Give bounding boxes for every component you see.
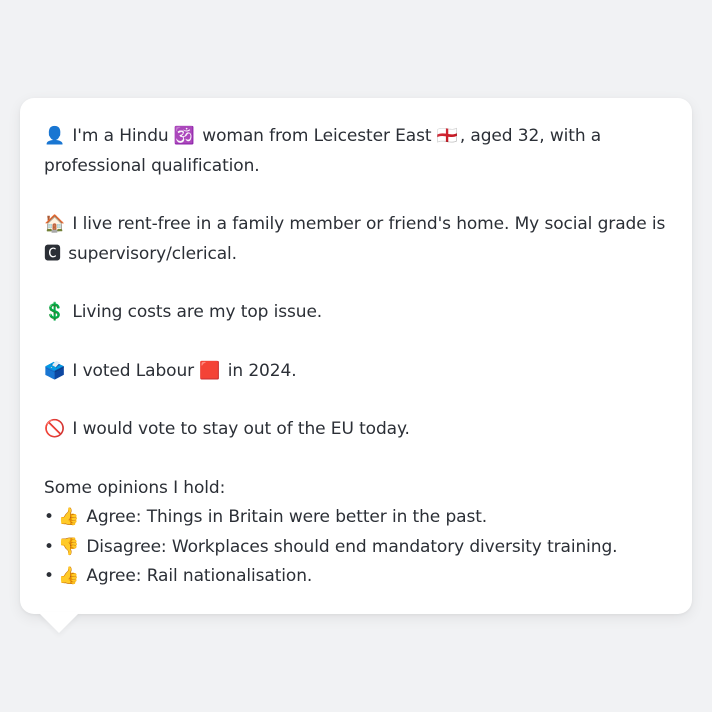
issue-text: Living costs are my top issue. xyxy=(67,302,323,322)
thumbs-up-icon: 👍 xyxy=(57,507,80,527)
bullet-icon: • xyxy=(44,566,54,586)
vote-text-b: in 2024. xyxy=(222,360,297,381)
opinion-text: Agree: Rail nationalisation. xyxy=(81,566,313,586)
england-flag-icon: 🏴󠁧󠁢󠁥󠁮󠁧󠁿 xyxy=(436,126,458,146)
grade-c-icon: 🅲 xyxy=(44,243,61,264)
persona-vote-line: 🗳️ I voted Labour 🟥 in 2024. xyxy=(44,357,668,387)
opinions-heading: Some opinions I hold: xyxy=(44,477,226,498)
persona-eu-line: 🚫 I would vote to stay out of the EU tod… xyxy=(44,415,668,445)
bubble-tail xyxy=(38,612,80,633)
list-item: • 👍 Agree: Things in Britain were better … xyxy=(44,503,668,533)
bullet-icon: • xyxy=(44,507,54,527)
person-icon: 👤 xyxy=(44,126,66,146)
identity-text-a: I'm a Hindu xyxy=(67,126,174,146)
persona-message-bubble: 👤 I'm a Hindu 🕉️ woman from Leicester Ea… xyxy=(20,98,692,614)
persona-identity-line: 👤 I'm a Hindu 🕉️ woman from Leicester Ea… xyxy=(44,122,668,181)
persona-housing-line: 🏠 I live rent-free in a family member or… xyxy=(44,210,668,269)
dollar-sign-icon: 💲 xyxy=(44,302,66,322)
housing-text-b: supervisory/clerical. xyxy=(62,243,237,264)
house-icon: 🏠 xyxy=(44,214,66,234)
prohibited-icon: 🚫 xyxy=(44,419,66,439)
bullet-icon: • xyxy=(44,536,54,557)
housing-text-a: I live rent-free in a family member or f… xyxy=(67,214,666,234)
vote-text-a: I voted Labour xyxy=(67,360,200,381)
persona-issue-line: 💲 Living costs are my top issue. xyxy=(44,298,668,328)
identity-text-b: woman from Leicester East xyxy=(196,126,437,146)
om-symbol-icon: 🕉️ xyxy=(173,126,195,146)
opinion-text: Agree: Things in Britain were better in … xyxy=(81,507,488,527)
thumbs-up-icon: 👍 xyxy=(57,566,80,586)
list-item: • 👍 Agree: Rail nationalisation. xyxy=(44,562,668,592)
thumbs-down-icon: 👎 xyxy=(57,536,80,557)
red-square-icon: 🟥 xyxy=(199,360,221,381)
opinion-text: Disagree: Workplaces should end mandator… xyxy=(81,536,618,557)
eu-text: I would vote to stay out of the EU today… xyxy=(67,419,410,439)
ballot-box-icon: 🗳️ xyxy=(44,360,66,381)
list-item: • 👎 Disagree: Workplaces should end manda… xyxy=(44,533,668,563)
